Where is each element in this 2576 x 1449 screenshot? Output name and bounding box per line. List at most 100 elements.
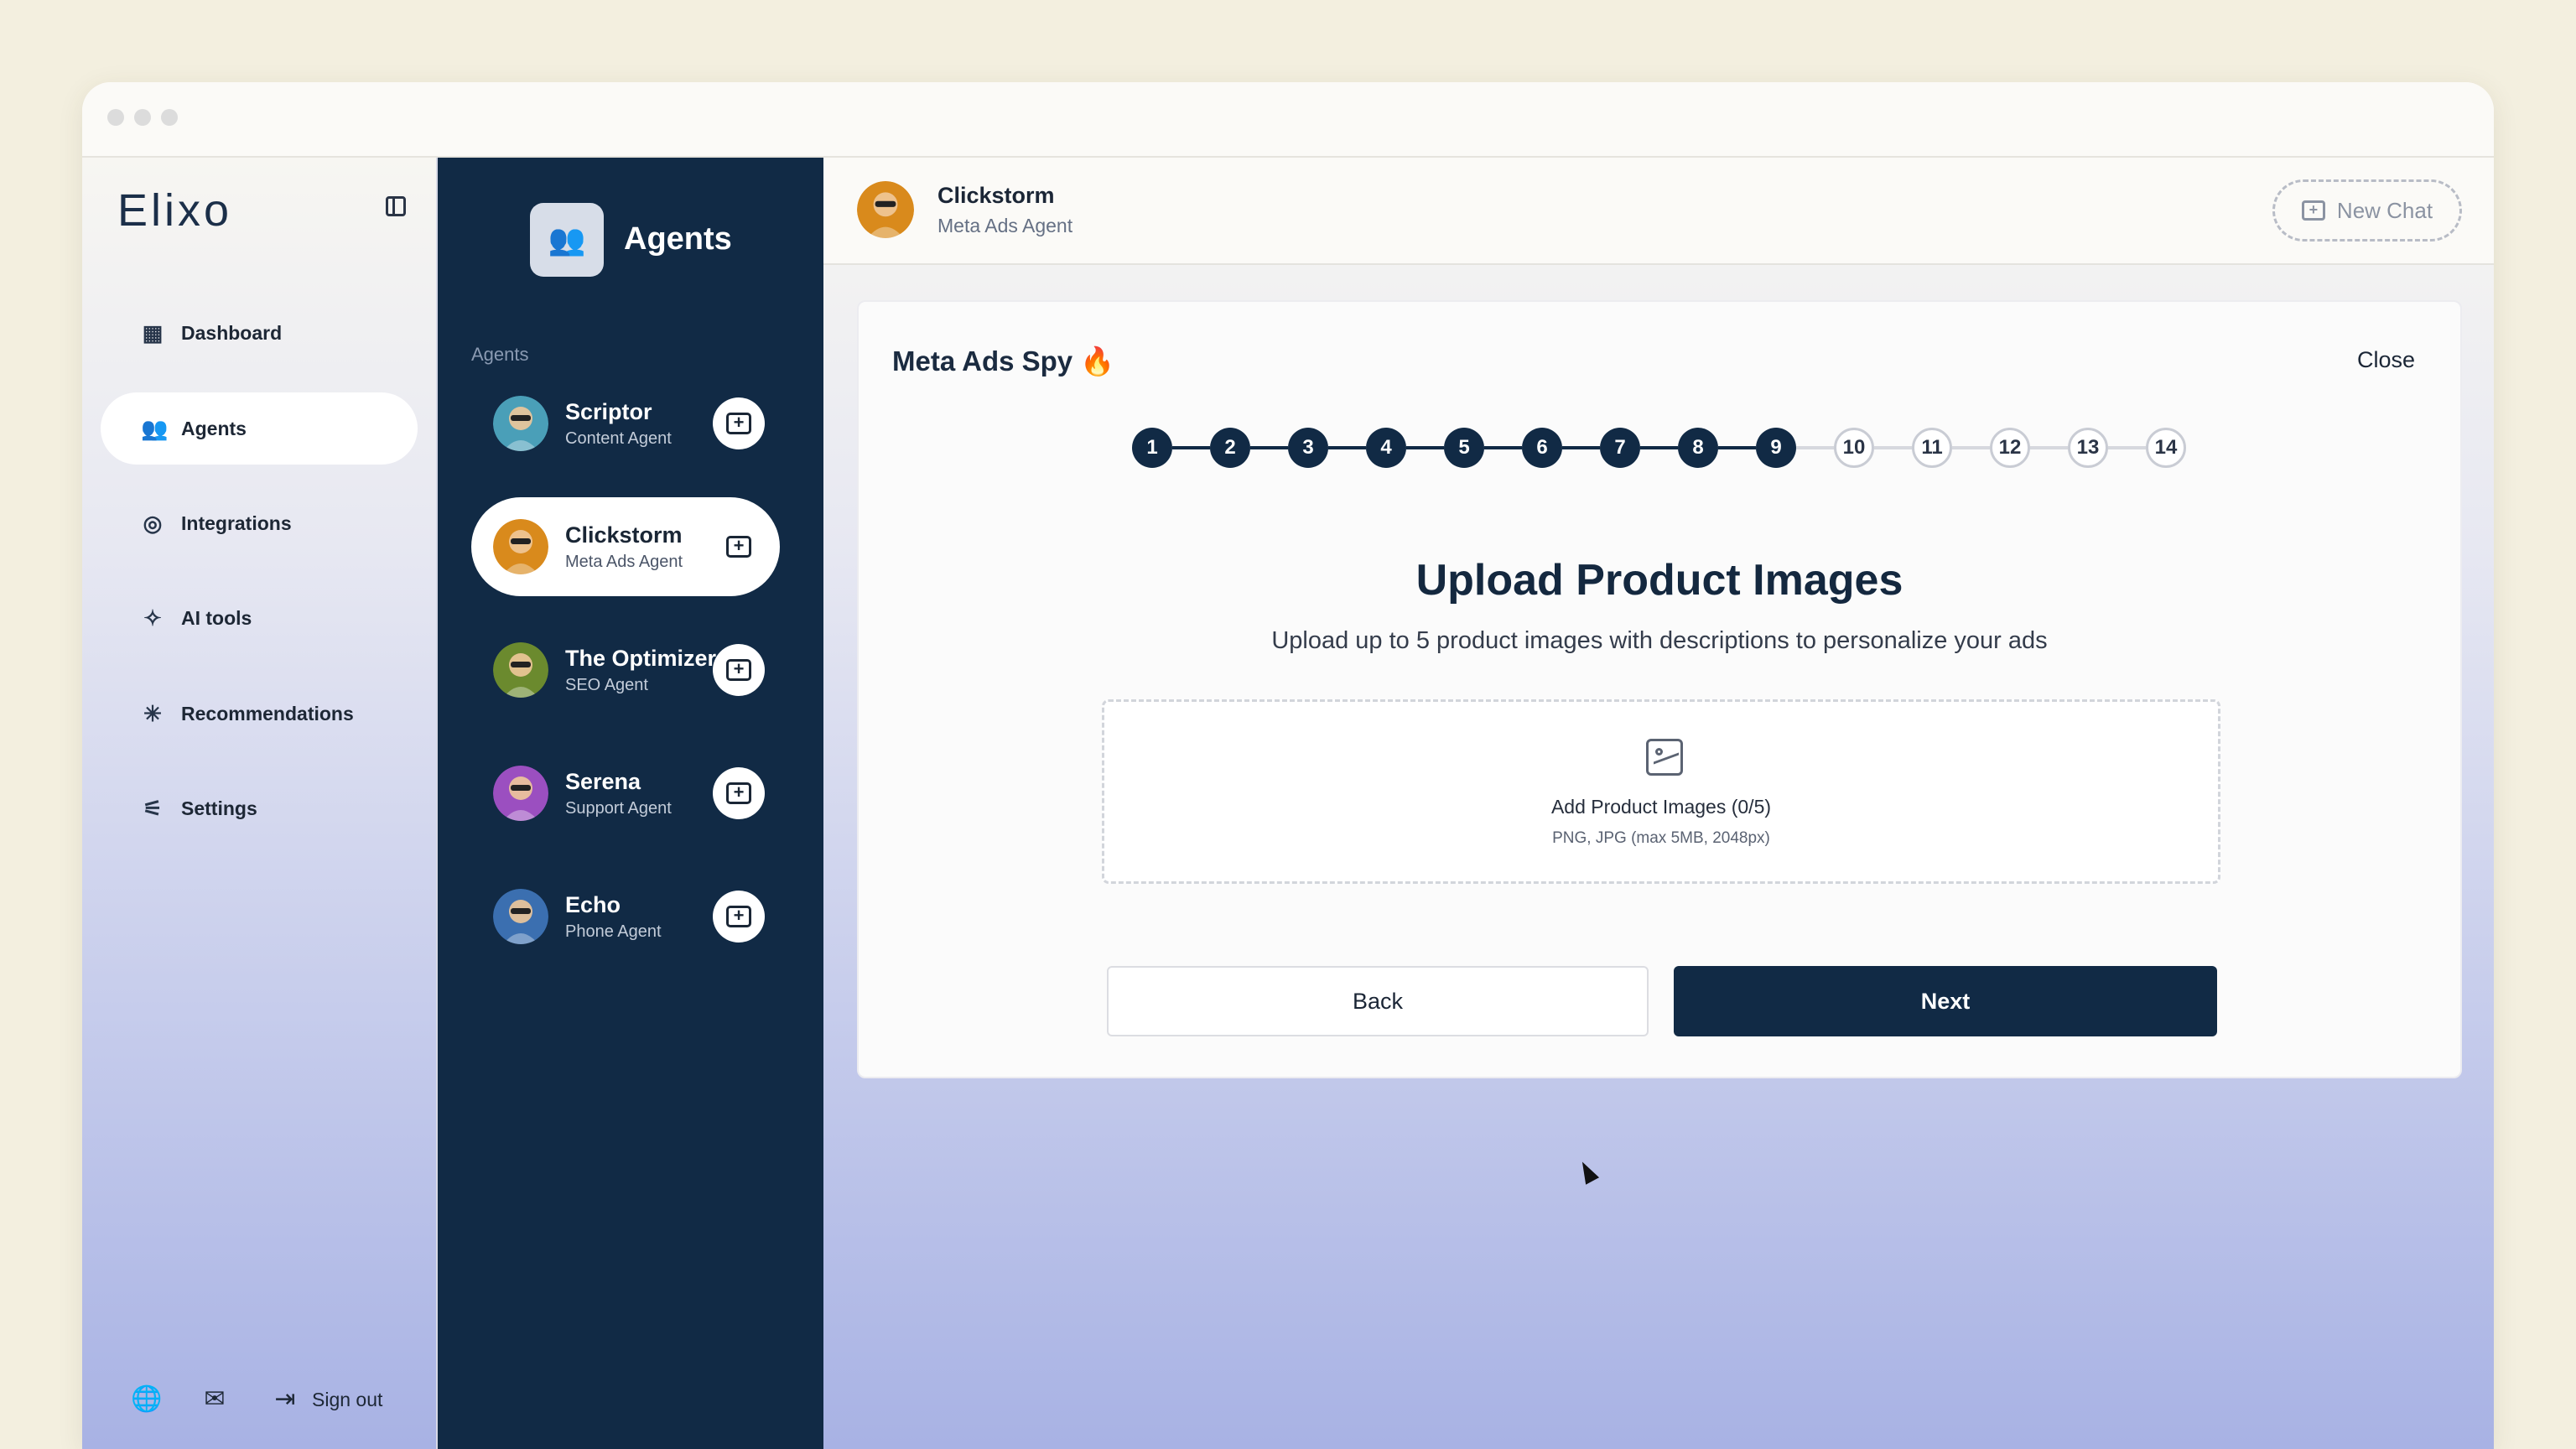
start-chat-button[interactable]: + — [713, 767, 765, 819]
step-subheading: Upload up to 5 product images with descr… — [1271, 627, 2048, 654]
step-12: 12 — [1990, 428, 2030, 468]
step-connector — [1328, 446, 1366, 449]
sidebar-collapse-icon[interactable] — [386, 196, 406, 216]
sidebar-item-label: Integrations — [181, 512, 292, 534]
agent-name: The Optimizer — [565, 646, 717, 671]
agent-role: Support Agent — [565, 799, 672, 818]
sign-out-label: Sign out — [312, 1388, 383, 1410]
step-connector — [2030, 446, 2068, 449]
agent-item-scriptor[interactable]: Scriptor Content Agent + — [471, 374, 780, 473]
wizard-card: Meta Ads Spy 🔥 Close 1 2 3 4 5 6 7 8 9 10 11 12 13 14… — [857, 300, 2462, 1078]
sidebar-item-label: AI tools — [181, 606, 252, 629]
sidebar-item-label: Settings — [181, 797, 257, 819]
back-button[interactable]: Back — [1107, 966, 1649, 1036]
step-connector — [1718, 446, 1756, 449]
step-connector — [1406, 446, 1444, 449]
step-connector — [1796, 446, 1834, 449]
sign-out-icon: ⇥ — [274, 1385, 296, 1413]
step-6: 6 — [1522, 428, 1562, 468]
agent-item-echo[interactable]: Echo Phone Agent + — [471, 867, 780, 966]
agent-role: SEO Agent — [565, 676, 648, 694]
sidebar-item-dashboard[interactable]: ▦ Dashboard — [101, 297, 418, 369]
current-agent-name: Clickstorm — [937, 183, 1055, 208]
agent-item-serena[interactable]: Serena Support Agent + — [471, 744, 780, 843]
window-close-dot[interactable] — [107, 109, 124, 126]
main-content: Clickstorm Meta Ads Agent + New Chat Met… — [823, 158, 2494, 1449]
sign-out-button[interactable]: ⇥ Sign out — [272, 1386, 382, 1413]
new-chat-button[interactable]: + New Chat — [2272, 179, 2462, 242]
step-2: 2 — [1210, 428, 1250, 468]
sidebar-item-label: Recommendations — [181, 702, 354, 724]
agent-role: Phone Agent — [565, 922, 662, 941]
step-4: 4 — [1366, 428, 1406, 468]
sidebar-item-settings[interactable]: ⚟ Settings — [101, 772, 418, 844]
step-heading: Upload Product Images — [1415, 556, 1903, 605]
sidebar-footer: 🌐 ✉ ⇥ Sign out — [131, 1386, 382, 1413]
step-7: 7 — [1600, 428, 1640, 468]
step-3: 3 — [1288, 428, 1328, 468]
agent-item-clickstorm[interactable]: Clickstorm Meta Ads Agent + — [471, 497, 780, 596]
agent-avatar — [493, 889, 548, 944]
agent-avatar — [493, 766, 548, 821]
step-9: 9 — [1756, 428, 1796, 468]
step-connector — [1874, 446, 1912, 449]
new-chat-icon: + — [2301, 200, 2325, 221]
step-connector — [1172, 446, 1210, 449]
app-logo: Elixo — [117, 185, 233, 236]
sidebar-item-recommendations[interactable]: ✳ Recommendations — [101, 678, 418, 750]
magic-wand-icon: ✧ — [143, 605, 162, 631]
step-connector — [1640, 446, 1678, 449]
step-10: 10 — [1834, 428, 1874, 468]
dashboard-icon: ▦ — [142, 320, 164, 345]
sidebar-item-label: Agents — [181, 417, 247, 439]
step-indicator: 1 2 3 4 5 6 7 8 9 10 11 12 13 14 — [1132, 428, 2186, 468]
agent-avatar — [493, 642, 548, 698]
image-upload-icon — [1646, 739, 1683, 776]
chat-header: Clickstorm Meta Ads Agent + New Chat — [823, 158, 2494, 265]
chat-plus-icon: + — [726, 782, 751, 804]
integrations-icon: ◎ — [143, 511, 163, 536]
agent-item-the-optimizer[interactable]: The Optimizer SEO Agent + — [471, 621, 780, 719]
globe-icon[interactable]: 🌐 — [131, 1386, 162, 1413]
step-1: 1 — [1132, 428, 1172, 468]
agents-icon: 👥 — [141, 416, 169, 441]
step-11: 11 — [1912, 428, 1952, 468]
sidebar-item-ai-tools[interactable]: ✧ AI tools — [101, 582, 418, 654]
sidebar-item-agents[interactable]: 👥 Agents — [101, 392, 418, 465]
step-connector — [1484, 446, 1522, 449]
sliders-icon: ⚟ — [143, 796, 163, 821]
agent-name: Echo — [565, 892, 621, 917]
start-chat-button[interactable]: + — [713, 397, 765, 449]
dropzone-title: Add Product Images (0/5) — [1550, 796, 1772, 818]
app-window: Elixo ▦ Dashboard 👥 Agents ◎ Integrations ✧ AI … — [82, 82, 2494, 1449]
step-8: 8 — [1678, 428, 1718, 468]
chat-plus-icon: + — [726, 413, 751, 434]
step-14: 14 — [2146, 428, 2186, 468]
sidebar-item-integrations[interactable]: ◎ Integrations — [101, 487, 418, 559]
chat-plus-icon: + — [726, 536, 751, 558]
agent-role: Meta Ads Agent — [565, 553, 683, 571]
sidebar-item-label: Dashboard — [181, 321, 283, 344]
step-connector — [1250, 446, 1288, 449]
step-connector — [1562, 446, 1600, 449]
chat-plus-icon: + — [726, 906, 751, 927]
agent-name: Serena — [565, 769, 641, 794]
next-button[interactable]: Next — [1674, 966, 2217, 1036]
image-dropzone[interactable]: Add Product Images (0/5) PNG, JPG (max 5… — [1102, 699, 2220, 884]
app-body: Elixo ▦ Dashboard 👥 Agents ◎ Integrations ✧ AI … — [82, 158, 2494, 1449]
close-button[interactable]: Close — [2357, 347, 2415, 373]
agents-group-icon: 👥 — [530, 203, 604, 277]
mail-icon[interactable]: ✉ — [201, 1386, 228, 1413]
chat-plus-icon: + — [726, 659, 751, 681]
window-zoom-dot[interactable] — [161, 109, 178, 126]
agent-role: Content Agent — [565, 429, 672, 448]
start-chat-button[interactable]: + — [713, 891, 765, 943]
start-chat-button[interactable]: + — [713, 521, 765, 573]
wizard-title: Meta Ads Spy 🔥 — [892, 345, 1115, 377]
dropzone-hint: PNG, JPG (max 5MB, 2048px) — [1552, 829, 1770, 847]
window-minimize-dot[interactable] — [134, 109, 151, 126]
start-chat-button[interactable]: + — [713, 644, 765, 696]
current-agent-role: Meta Ads Agent — [937, 215, 1073, 236]
agent-avatar — [493, 519, 548, 574]
agent-name: Clickstorm — [565, 522, 683, 548]
